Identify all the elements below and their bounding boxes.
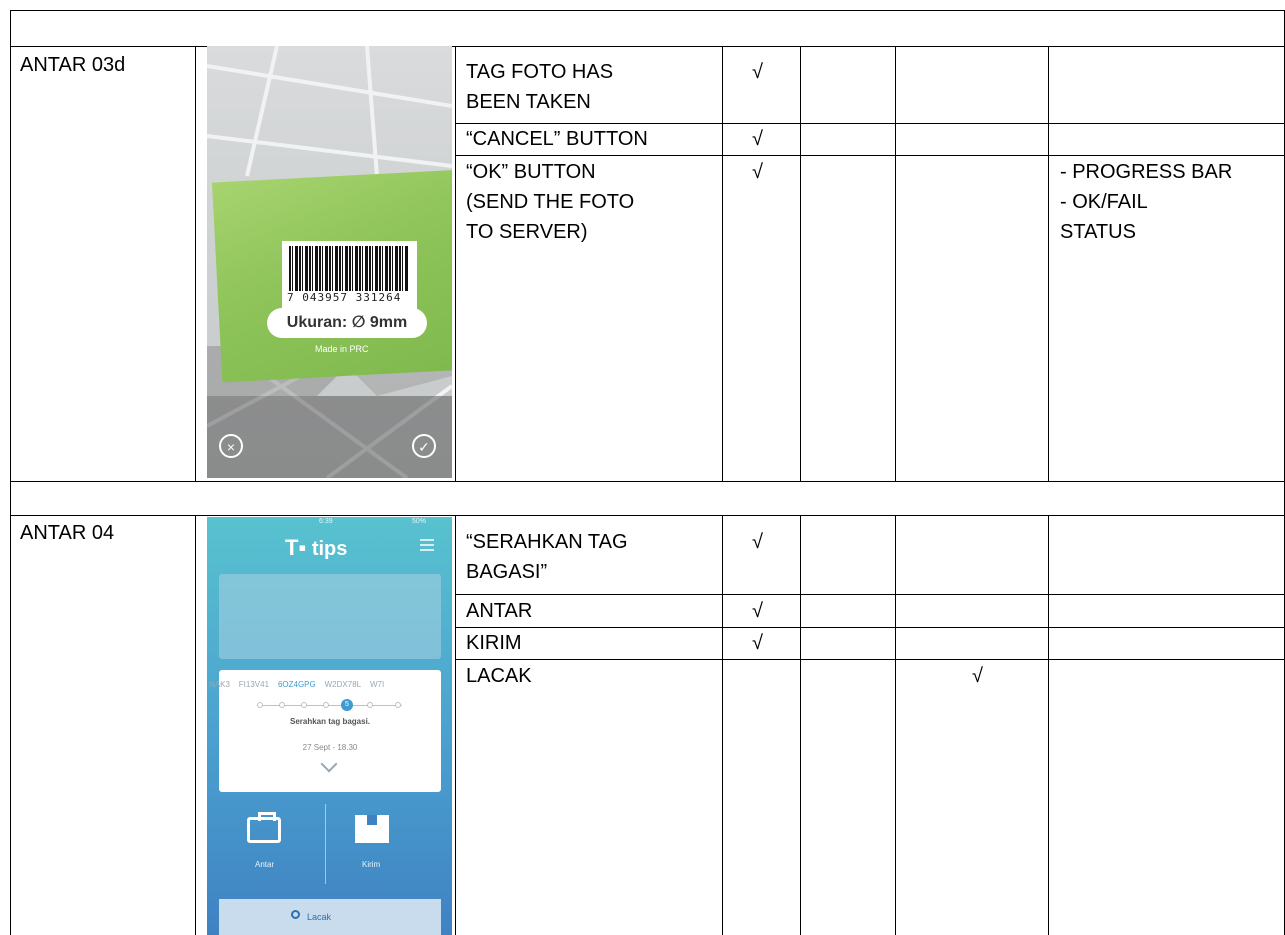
step-dot xyxy=(301,702,307,708)
step-dot xyxy=(323,702,329,708)
logo-mark-icon: T▪ xyxy=(285,535,307,560)
step-dot xyxy=(257,702,263,708)
col-divider xyxy=(895,515,896,935)
suitcase-icon[interactable] xyxy=(247,812,281,843)
antar-label[interactable]: Antar xyxy=(255,860,274,869)
baggage-status-panel: NAK3 FI13V41 6OZ4GPG W2DX78L W7I 5 Serah… xyxy=(209,670,441,792)
col-divider xyxy=(895,46,896,481)
notes-cell: - PROGRESS BAR - OK/FAIL STATUS xyxy=(1060,161,1233,243)
search-icon xyxy=(291,910,300,919)
feature-cell: TAG FOTO HAS BEEN TAKEN xyxy=(466,61,614,113)
col-divider xyxy=(195,46,196,481)
check-cell: √ xyxy=(752,161,763,183)
check-cell: √ xyxy=(752,61,763,83)
ok-button[interactable]: ✓ xyxy=(412,434,436,458)
app-logo: T▪ tips xyxy=(285,535,347,561)
col-divider xyxy=(722,515,723,935)
col-divider xyxy=(800,515,801,935)
status-time: 6:39 xyxy=(319,518,333,525)
step-message: Serahkan tag bagasi. xyxy=(289,717,371,726)
table-border-left xyxy=(10,10,11,935)
col-divider xyxy=(1048,46,1049,481)
col-divider xyxy=(1048,515,1049,935)
step-dot xyxy=(279,702,285,708)
status-battery: 50% xyxy=(412,518,427,525)
tag-code-tabs: NAK3 FI13V41 6OZ4GPG W2DX78L W7I xyxy=(209,680,452,689)
check-cell: √ xyxy=(972,665,983,687)
row-divider xyxy=(10,46,1285,47)
check-circle-icon: ✓ xyxy=(418,439,430,455)
table-border-top xyxy=(10,10,1285,11)
row-divider xyxy=(455,627,1285,628)
check-cell: √ xyxy=(752,128,763,150)
tag-code-tab[interactable]: NAK3 xyxy=(209,680,230,689)
feature-cell: “OK” BUTTON (SEND THE FOTO TO SERVER) xyxy=(466,161,635,243)
status-bar: 6:39 50% xyxy=(207,517,452,529)
col-divider xyxy=(195,515,196,935)
col-divider xyxy=(722,46,723,481)
tag-code-tab[interactable]: W2DX78L xyxy=(325,680,361,689)
tag-photo-screenshot: 7 043957 331264 Ukuran: ∅ 9mm Made in PR… xyxy=(207,46,452,478)
feature-cell: “SERAHKAN TAG BAGASI” xyxy=(466,531,628,583)
check-cell: √ xyxy=(752,632,763,654)
barcode-number: 7 043957 331264 xyxy=(287,291,402,304)
section-id: ANTAR 04 xyxy=(20,522,115,544)
step-dot-active: 5 xyxy=(341,699,353,711)
tips-app-screenshot: 6:39 50% T▪ tips NAK3 FI13V41 6OZ4GPG W2… xyxy=(207,517,452,935)
feature-cell: LACAK xyxy=(466,665,532,687)
feature-cell: “CANCEL” BUTTON xyxy=(466,128,648,150)
box-icon[interactable] xyxy=(355,815,389,843)
feature-cell: ANTAR xyxy=(466,600,533,622)
menu-divider xyxy=(325,804,326,884)
col-divider xyxy=(800,46,801,481)
row-divider xyxy=(455,594,1285,595)
step-dot xyxy=(395,702,401,708)
promo-banner[interactable] xyxy=(219,574,441,659)
step-dot xyxy=(367,702,373,708)
col-divider xyxy=(455,46,456,481)
barcode xyxy=(289,246,409,291)
tag-code-tab[interactable]: FI13V41 xyxy=(239,680,269,689)
hamburger-menu-icon[interactable] xyxy=(420,539,434,551)
progress-steps: 5 xyxy=(257,699,402,711)
tag-code-tab-selected[interactable]: 6OZ4GPG xyxy=(278,680,316,689)
made-in-label: Made in PRC xyxy=(315,344,369,354)
row-divider xyxy=(10,515,1285,516)
check-cell: √ xyxy=(752,531,763,553)
cancel-button[interactable]: × xyxy=(219,434,243,458)
tag-code-tab[interactable]: W7I xyxy=(370,680,384,689)
row-divider xyxy=(455,155,1285,156)
check-cell: √ xyxy=(752,600,763,622)
col-divider xyxy=(455,515,456,935)
chevron-down-icon[interactable] xyxy=(320,755,338,773)
kirim-label[interactable]: Kirim xyxy=(362,860,380,869)
lacak-label[interactable]: Lacak xyxy=(307,912,331,922)
close-circle-icon: × xyxy=(226,439,236,455)
size-label: Ukuran: ∅ 9mm xyxy=(267,308,427,338)
section-id: ANTAR 03d xyxy=(20,54,126,76)
feature-cell: KIRIM xyxy=(466,632,522,654)
logo-text: tips xyxy=(311,538,348,560)
row-divider xyxy=(455,659,1285,660)
step-date: 27 Sept - 18.30 xyxy=(302,743,358,752)
row-divider xyxy=(10,481,1285,482)
